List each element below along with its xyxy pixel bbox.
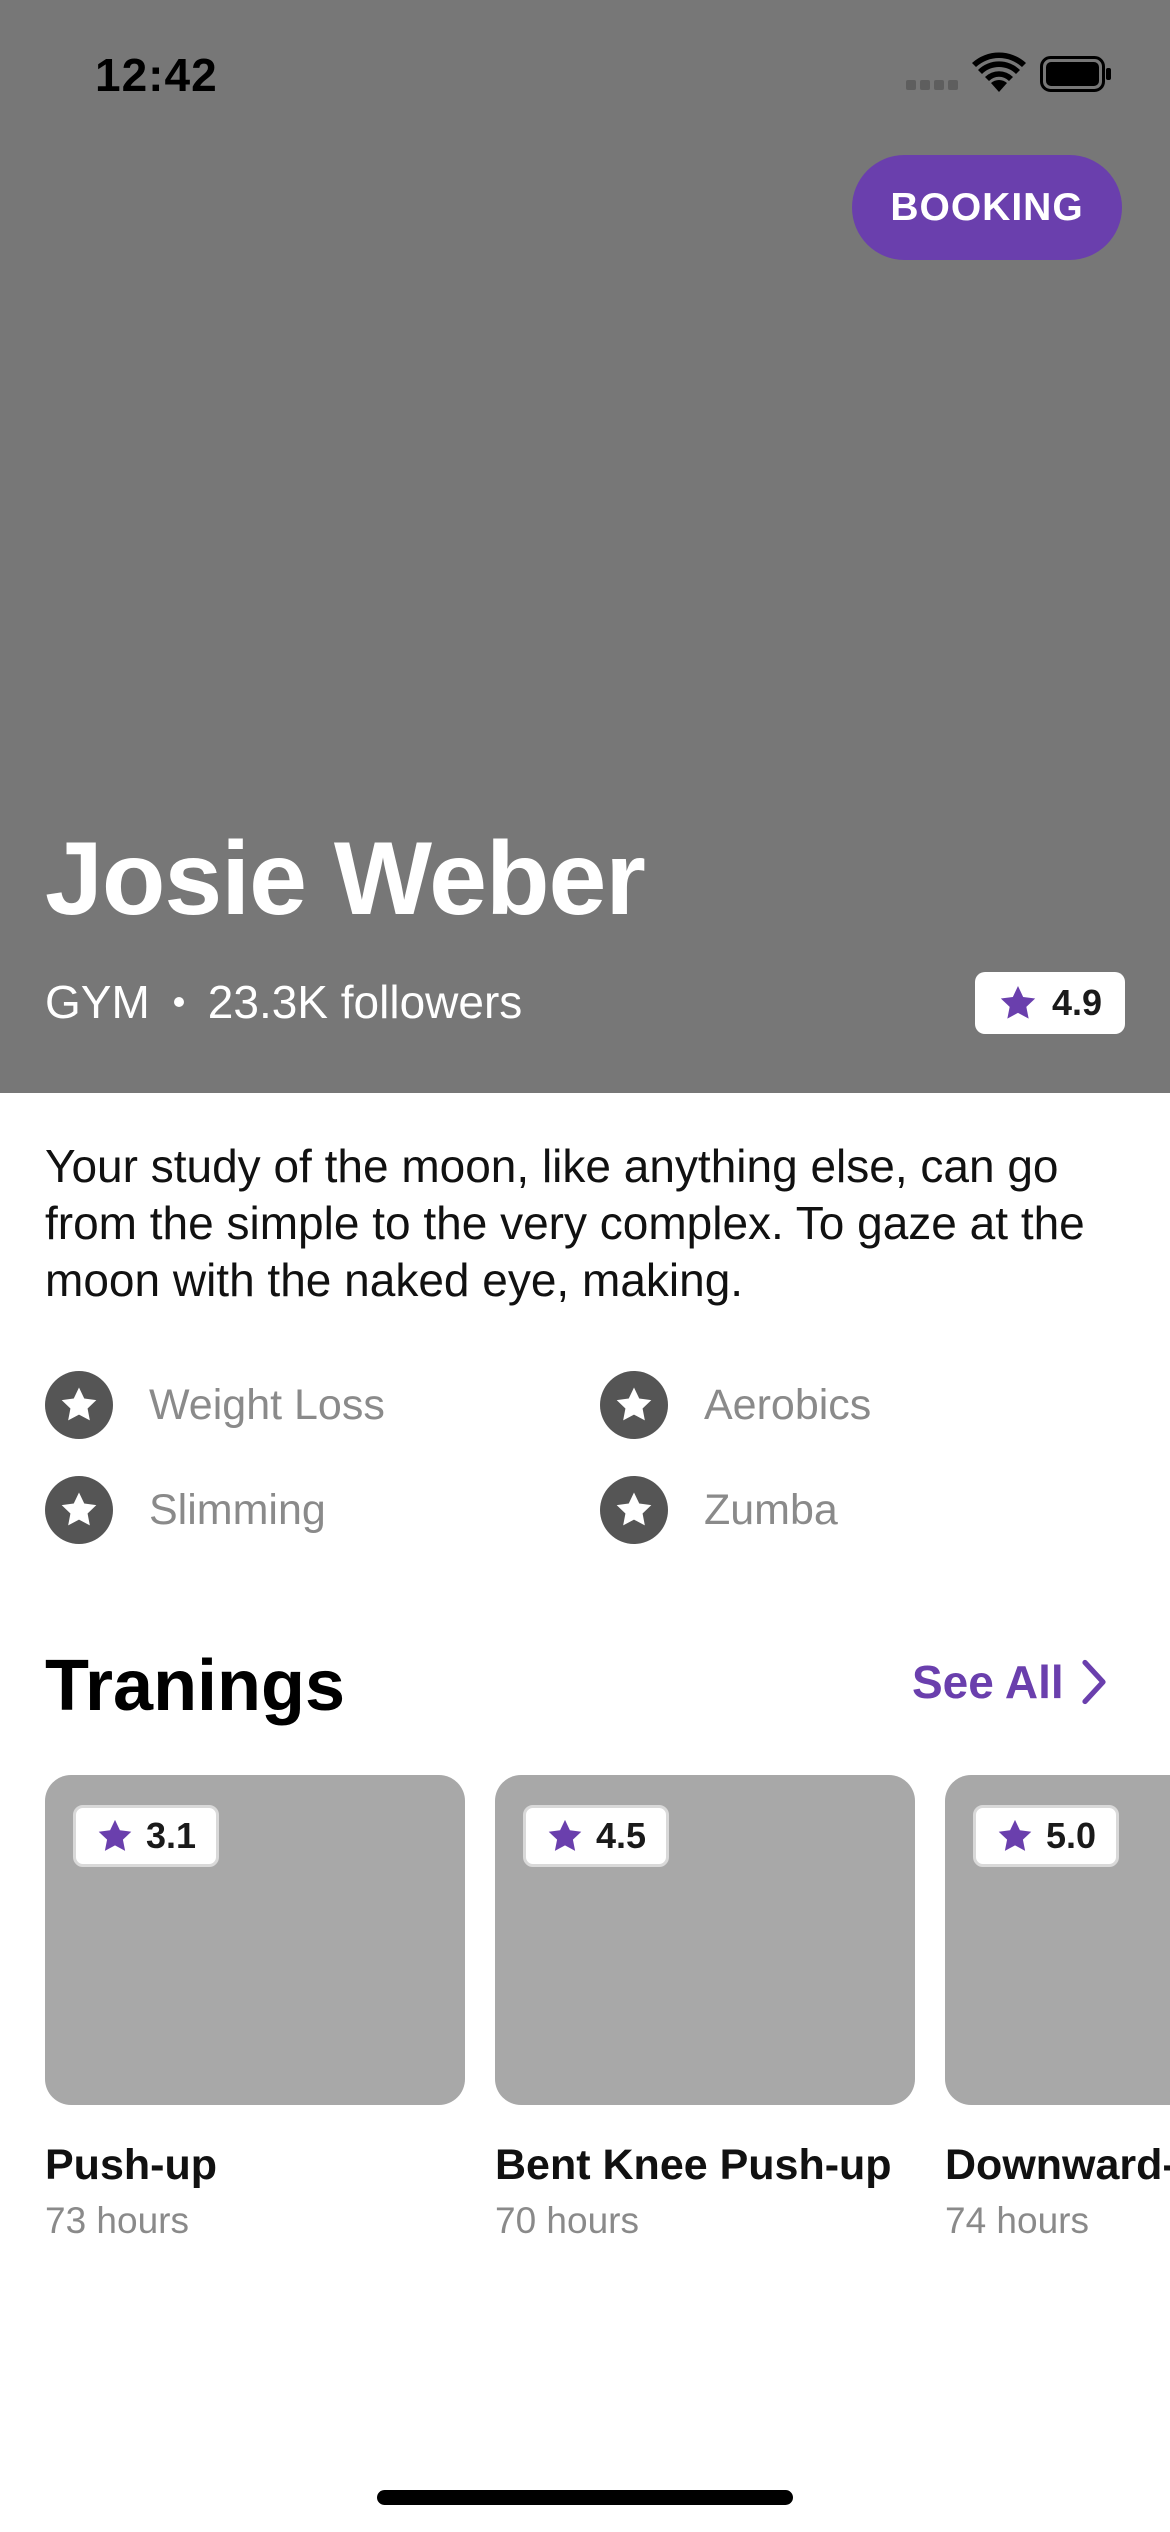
battery-icon	[1040, 56, 1111, 92]
training-rating-badge: 5.0	[973, 1805, 1120, 1867]
training-rating-value: 4.5	[596, 1815, 647, 1856]
training-thumbnail[interactable]: 4.5	[495, 1775, 915, 2105]
training-title: Push-up	[45, 2141, 217, 2189]
training-thumbnail[interactable]: 3.1	[45, 1775, 465, 2105]
chevron-right-icon[interactable]	[1078, 1658, 1110, 1706]
trainings-section-title: Tranings	[45, 1646, 346, 1726]
training-rating-badge: 4.5	[523, 1805, 670, 1867]
trainings-carousel[interactable]: 3.1 Push-up 73 hours 4.5 Bent Knee Push-…	[0, 1775, 1170, 2255]
training-rating-badge: 3.1	[73, 1805, 220, 1867]
star-icon	[600, 1476, 668, 1544]
star-icon	[998, 1819, 1032, 1851]
home-indicator[interactable]	[377, 2490, 793, 2505]
separator-dot	[173, 997, 184, 1007]
training-rating-value: 3.1	[146, 1815, 197, 1856]
booking-button[interactable]: BOOKING	[852, 155, 1122, 260]
profile-hero: 12:42 BOOKING Josie Weber GYM 23.3K foll…	[0, 0, 1170, 1093]
star-icon	[45, 1371, 113, 1439]
wifi-icon	[972, 52, 1026, 92]
see-all-link[interactable]: See All	[912, 1655, 1110, 1709]
star-icon	[98, 1819, 132, 1851]
star-icon	[600, 1371, 668, 1439]
tag-weight-loss: Weight Loss	[45, 1370, 385, 1440]
training-card[interactable]: 5.0 Downward- 74 hours	[945, 1775, 1170, 2242]
training-card[interactable]: 3.1 Push-up 73 hours	[45, 1775, 465, 2242]
tag-label: Slimming	[149, 1485, 326, 1534]
see-all-label[interactable]: See All	[912, 1655, 1064, 1709]
tag-slimming: Slimming	[45, 1475, 326, 1545]
profile-name: Josie Weber	[45, 821, 646, 937]
training-rating-value: 5.0	[1046, 1815, 1097, 1856]
profile-meta: GYM 23.3K followers	[45, 975, 522, 1029]
tag-label: Zumba	[704, 1485, 838, 1534]
profile-bio: Your study of the moon, like anything el…	[45, 1140, 1085, 1306]
star-icon	[548, 1819, 582, 1851]
tag-aerobics: Aerobics	[600, 1370, 871, 1440]
training-title: Downward-	[945, 2141, 1170, 2189]
training-title: Bent Knee Push-up	[495, 2141, 892, 2189]
training-duration: 74 hours	[945, 2200, 1089, 2241]
followers-count[interactable]: 23.3K followers	[208, 975, 523, 1029]
star-icon	[1000, 986, 1036, 1019]
star-icon	[45, 1476, 113, 1544]
training-duration: 73 hours	[45, 2200, 189, 2241]
training-card[interactable]: 4.5 Bent Knee Push-up 70 hours	[495, 1775, 915, 2242]
profile-category: GYM	[45, 976, 150, 1028]
tag-label: Weight Loss	[149, 1380, 385, 1429]
tag-label: Aerobics	[704, 1380, 872, 1429]
profile-rating-badge: 4.9	[975, 972, 1125, 1034]
tag-zumba: Zumba	[600, 1475, 838, 1545]
training-duration: 70 hours	[495, 2200, 639, 2241]
status-bar: 12:42	[0, 0, 1170, 140]
training-thumbnail[interactable]: 5.0	[945, 1775, 1170, 2105]
cellular-signal-icon	[906, 80, 960, 92]
status-time: 12:42	[95, 49, 218, 101]
profile-rating-value: 4.9	[1051, 982, 1103, 1023]
